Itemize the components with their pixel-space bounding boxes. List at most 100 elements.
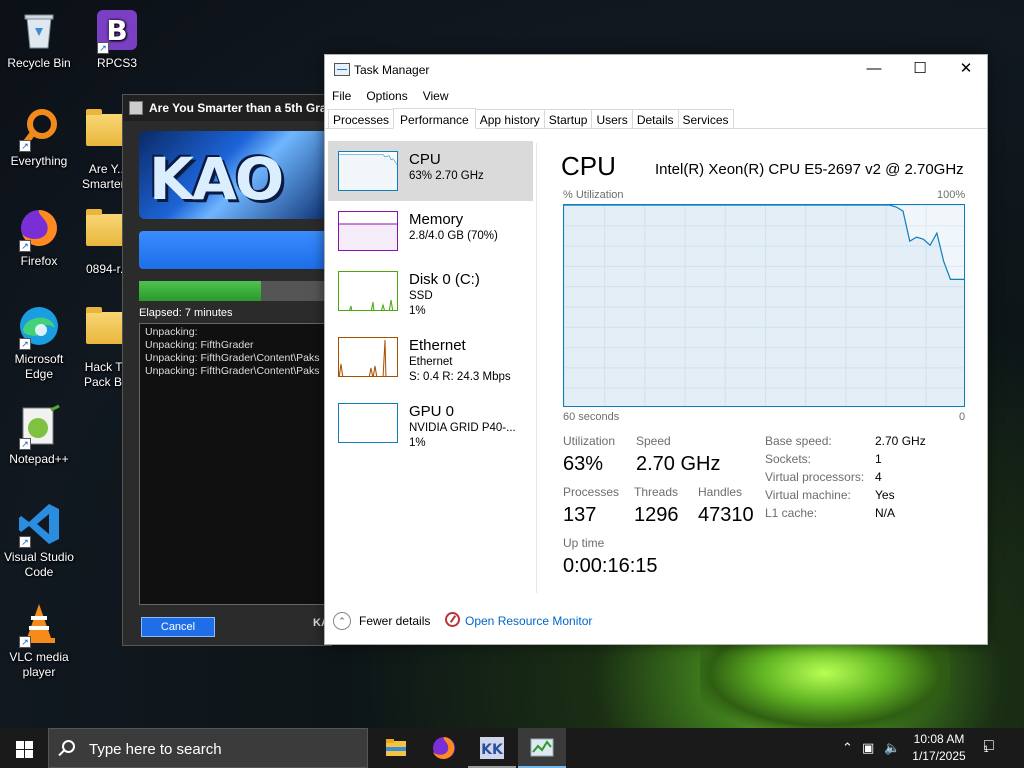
wallpaper-tent-glow bbox=[700, 635, 950, 730]
notification-badge: 1 bbox=[983, 744, 989, 754]
time-caption: 60 seconds bbox=[563, 411, 620, 423]
detail-key: Base speed: bbox=[765, 434, 832, 448]
taskbar-search-box[interactable]: Type here to search bbox=[48, 728, 368, 768]
taskbar-clock[interactable]: 10:08 AM 1/17/2025 bbox=[904, 731, 974, 765]
sidebar-item-sub2: 1% bbox=[409, 437, 426, 449]
network-icon[interactable]: ▣ bbox=[862, 740, 874, 756]
fewer-details-link[interactable]: Fewer details bbox=[359, 614, 430, 628]
menu-view[interactable]: View bbox=[423, 85, 456, 107]
stat-uptime: 0:00:16:15 bbox=[563, 555, 658, 577]
cpu-mini-graph bbox=[338, 151, 398, 191]
installer-titlebar[interactable]: Are You Smarter than a 5th Gra bbox=[123, 95, 331, 121]
sidebar-item-sub2: S: 0.4 R: 24.3 Mbps bbox=[409, 371, 511, 383]
desktop-icon-notepadpp[interactable]: ↗ Notepad++ bbox=[0, 404, 78, 467]
cpu-utilization-graph bbox=[563, 204, 965, 407]
detail-value: 2.70 GHz bbox=[875, 434, 926, 448]
shortcut-arrow-icon: ↗ bbox=[19, 240, 31, 252]
stat-handles: 47310 bbox=[698, 504, 754, 526]
detail-value: 4 bbox=[875, 470, 882, 484]
gpu-mini-graph bbox=[338, 403, 398, 443]
detail-key: L1 cache: bbox=[765, 506, 818, 520]
menu-options[interactable]: Options bbox=[366, 85, 414, 107]
task-manager-icon bbox=[334, 63, 350, 76]
resource-monitor-icon bbox=[445, 612, 460, 627]
tab-performance[interactable]: Performance bbox=[393, 108, 476, 129]
installer-window[interactable]: Are You Smarter than a 5th Gra KAO Elaps… bbox=[122, 94, 333, 646]
maximize-button[interactable]: ☐ bbox=[897, 55, 943, 85]
vlc-cone-icon: ↗ bbox=[17, 602, 61, 648]
sidebar-item-sub: Ethernet bbox=[409, 356, 453, 368]
taskbar-firefox[interactable] bbox=[420, 728, 468, 768]
start-button[interactable] bbox=[0, 728, 48, 768]
desktop-icon-label: Microsoft Edge bbox=[14, 352, 64, 381]
rpcs3-icon: B ↗ bbox=[95, 8, 139, 54]
cpu-area bbox=[564, 205, 964, 406]
taskbar: Type here to search KK ⌃ ▣ 🔈 10:08 AM 1/… bbox=[0, 728, 1024, 768]
recycle-bin-icon bbox=[17, 8, 61, 52]
taskbar-installer[interactable]: KK bbox=[468, 728, 516, 768]
stat-speed: 2.70 GHz bbox=[636, 453, 721, 475]
installer-log[interactable]: Unpacking: Unpacking: FifthGrader Unpack… bbox=[139, 323, 333, 605]
desktop-icon-recycle-bin[interactable]: Recycle Bin bbox=[0, 8, 78, 71]
minimize-button[interactable]: — bbox=[851, 55, 897, 85]
desktop-icon-vlc[interactable]: ↗ VLC media player bbox=[0, 602, 78, 680]
desktop-icon-rpcs3[interactable]: B ↗ RPCS3 bbox=[78, 8, 156, 71]
firefox-icon: ↗ bbox=[17, 206, 61, 252]
open-resource-monitor-link[interactable]: Open Resource Monitor bbox=[465, 614, 592, 628]
stat-utilization: 63% bbox=[563, 453, 604, 475]
kao-installer-icon: KK bbox=[480, 737, 504, 759]
tab-app-history[interactable]: App history bbox=[474, 109, 545, 128]
panel-divider[interactable] bbox=[536, 143, 537, 593]
chevron-up-icon[interactable]: ⌃ bbox=[842, 740, 853, 756]
main-heading: CPU bbox=[561, 151, 616, 181]
window-title: Task Manager bbox=[354, 63, 430, 77]
svg-text:B: B bbox=[106, 14, 127, 47]
taskbar-task-manager[interactable] bbox=[518, 728, 566, 768]
task-manager-footer: ⌃ Fewer details Open Resource Monitor bbox=[325, 607, 989, 637]
tab-users[interactable]: Users bbox=[591, 109, 633, 128]
sidebar-item-gpu[interactable]: GPU 0 NVIDIA GRID P40-... 1% bbox=[328, 393, 533, 453]
installer-banner-logo: KAO bbox=[139, 131, 333, 219]
stat-label-threads: Threads bbox=[634, 485, 679, 499]
tab-services[interactable]: Services bbox=[677, 109, 734, 128]
installer-cancel-button[interactable]: Cancel bbox=[141, 617, 215, 637]
tab-processes[interactable]: Processes bbox=[328, 109, 395, 128]
desktop-icon-label: VLC media player bbox=[9, 650, 69, 679]
sidebar-item-disk[interactable]: Disk 0 (C:) SSD 1% bbox=[328, 261, 533, 321]
tab-details[interactable]: Details bbox=[631, 109, 679, 128]
sidebar-item-ethernet[interactable]: Ethernet Ethernet S: 0.4 R: 24.3 Mbps bbox=[328, 327, 533, 387]
svg-text:KK: KK bbox=[481, 742, 504, 758]
stat-label-speed: Speed bbox=[636, 434, 671, 448]
sidebar-item-name: Disk 0 (C:) bbox=[409, 271, 480, 288]
desktop-icon-firefox[interactable]: ↗ Firefox bbox=[0, 206, 78, 269]
tab-startup[interactable]: Startup bbox=[543, 109, 593, 128]
magnifier-icon: ↗ bbox=[17, 106, 61, 152]
taskbar-file-explorer[interactable] bbox=[372, 728, 420, 768]
desktop-icon-everything[interactable]: ↗ Everything bbox=[0, 106, 78, 169]
sidebar-item-cpu[interactable]: CPU 63% 2.70 GHz bbox=[328, 141, 533, 201]
vscode-icon: ↗ bbox=[17, 502, 61, 548]
close-button[interactable]: ✕ bbox=[943, 55, 989, 85]
sidebar-item-memory[interactable]: Memory 2.8/4.0 GB (70%) bbox=[328, 201, 533, 261]
desktop-icon-edge[interactable]: ↗ Microsoft Edge bbox=[0, 304, 78, 382]
log-line: Unpacking: FifthGrader bbox=[145, 339, 254, 351]
ethernet-mini-graph bbox=[338, 337, 398, 377]
desktop-icon-vscode[interactable]: ↗ Visual Studio Code bbox=[0, 502, 78, 580]
installer-app-icon bbox=[129, 101, 143, 115]
sidebar-item-name: CPU bbox=[409, 151, 441, 168]
desktop-icon-label: RPCS3 bbox=[96, 56, 137, 70]
tab-strip: Processes Performance App history Startu… bbox=[325, 107, 987, 129]
menu-file[interactable]: File bbox=[332, 85, 358, 107]
notification-center-icon[interactable]: □1 bbox=[984, 737, 999, 755]
log-line: Unpacking: bbox=[145, 326, 198, 338]
volume-muted-icon[interactable]: 🔈 bbox=[884, 740, 900, 756]
chevron-up-icon[interactable]: ⌃ bbox=[333, 612, 351, 630]
task-manager-titlebar[interactable]: Task Manager — ☐ ✕ bbox=[325, 55, 987, 85]
installer-elapsed: Elapsed: 7 minutes bbox=[139, 307, 233, 319]
stat-label-processes: Processes bbox=[563, 485, 620, 499]
memory-mini-graph bbox=[338, 211, 398, 251]
notepadpp-icon: ↗ bbox=[17, 404, 61, 450]
detail-key: Sockets: bbox=[765, 452, 812, 466]
task-manager-window[interactable]: Task Manager — ☐ ✕ File Options View Pro… bbox=[324, 54, 988, 645]
installer-progress-fill bbox=[139, 281, 262, 301]
